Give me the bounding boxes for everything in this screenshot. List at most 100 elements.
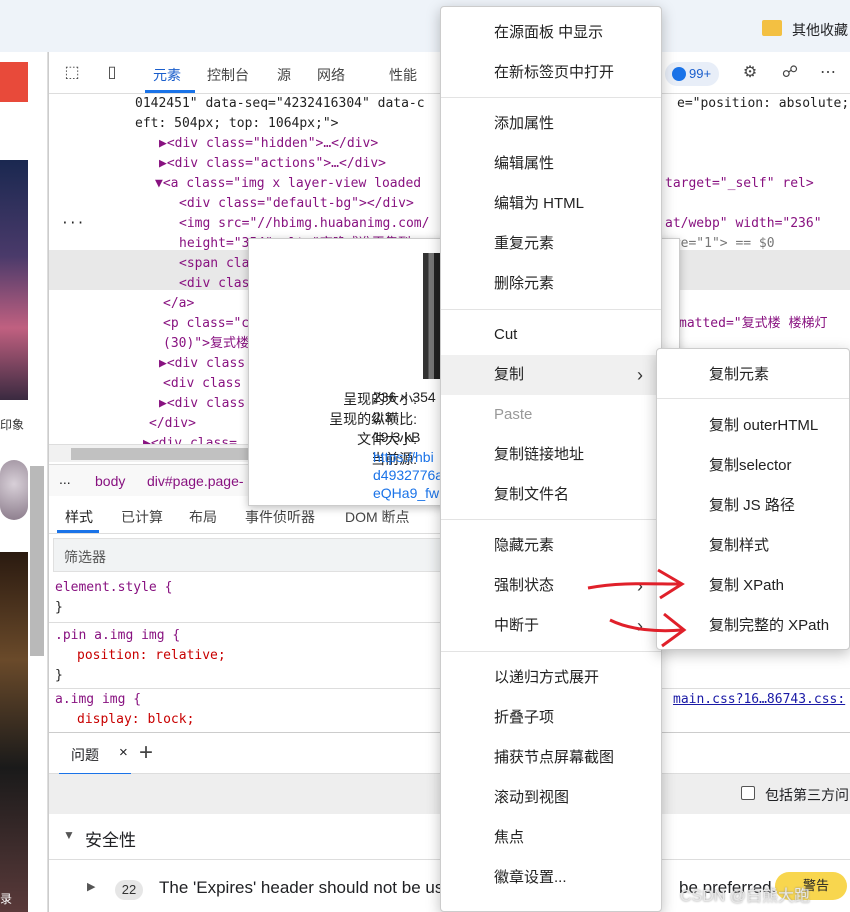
menu-item-open-new-tab[interactable]: 在新标签页中打开 [441,53,661,93]
tab-styles[interactable]: 样式 [65,507,93,527]
dom-line[interactable]: 0142451" data-seq="4232416304" data-c [135,94,425,114]
dom-line[interactable]: ▶<div class="hidden">…</div> [159,134,378,154]
menu-item-add-attribute[interactable]: 添加属性 [441,104,661,144]
gear-icon[interactable]: ⚙ [739,62,761,84]
breadcrumb-item[interactable]: div#page.page- [147,473,244,489]
menu-divider [657,398,849,399]
filter-placeholder: 筛选器 [64,549,106,565]
annotation-arrow-xpath [587,582,681,590]
tooltip-value: 19.3 kB [373,429,421,445]
tab-layout[interactable]: 布局 [189,507,217,527]
css-declaration[interactable]: position: relative; [77,648,226,663]
tab-event-listeners[interactable]: 事件侦听器 [245,507,315,527]
menu-item-copy-link-address[interactable]: 复制链接地址 [441,435,661,475]
dom-line[interactable]: <div clas [179,274,249,294]
active-tab-indicator [57,530,99,533]
page-image[interactable] [0,552,28,912]
css-declaration[interactable]: display: block; [77,712,194,727]
bookmark-bar: 其他收藏 [0,0,850,52]
menu-item-capture-node-screenshot[interactable]: 捕获节点屏幕截图 [441,738,661,778]
tab-dom-breakpoints[interactable]: DOM 断点 [345,507,410,527]
dom-line[interactable]: <span cla [179,254,249,274]
tooltip-source-link[interactable]: eQHa9_fw [373,485,439,501]
tab-issues-label: 问题 [71,747,99,763]
submenu-item-copy-js-path[interactable]: 复制 JS 路径 [657,486,850,526]
bookmark-folder-label[interactable]: 其他收藏 [792,20,848,40]
dom-line[interactable]: ▶<div class [159,394,245,414]
issue-count-badge: 22 [115,880,143,900]
page-text: 录 [0,892,13,906]
device-toolbar-icon[interactable]: ▯ [101,62,123,84]
menu-item-expand-recursively[interactable]: 以递归方式展开 [441,658,661,698]
submenu-item-copy-outerhtml[interactable]: 复制 outerHTML [657,406,850,446]
menu-divider [441,309,661,310]
menu-item-paste[interactable]: Paste [441,395,661,435]
tab-network[interactable]: 网络 [317,65,345,85]
tooltip-source-link[interactable]: d4932776a [373,467,443,483]
menu-item-scroll-into-view[interactable]: 滚动到视图 [441,778,661,818]
page-scrollbar[interactable] [30,466,44,656]
tab-issues[interactable]: 问题 × [59,733,131,775]
dom-line-tail: ore="1"> == $0 [665,236,775,251]
dom-line[interactable]: <div class [163,374,241,394]
third-party-checkbox[interactable] [741,786,755,800]
folder-icon [762,20,782,36]
menu-item-break-on-label: 中断于 [494,617,540,634]
customize-icon[interactable]: ☍ [779,62,801,84]
dom-line-tail: at/webp" width="236" [665,216,822,231]
chevron-down-icon: ▼ [63,828,75,842]
add-tab-icon[interactable]: + [139,739,153,767]
css-source-link[interactable]: main.css?16…86743.css: [673,692,845,707]
menu-item-edit-attribute[interactable]: 编辑属性 [441,144,661,184]
dom-line[interactable]: eft: 504px; top: 1064px;"> [135,114,339,134]
submenu-item-copy-selector[interactable]: 复制selector [657,446,850,486]
watermark: CSDN @白熊大跑 [680,888,811,905]
dom-line[interactable]: <p class="c [163,314,249,334]
dom-line-tail: matted="复式楼 楼梯灯 [679,316,828,331]
tab-console[interactable]: 控制台 [207,65,249,85]
menu-item-focus[interactable]: 焦点 [441,818,661,858]
chevron-right-icon: ▶ [87,881,96,893]
avatar [0,460,28,520]
tab-computed[interactable]: 已计算 [121,507,163,527]
more-icon[interactable]: ⋯ [817,62,839,84]
dom-line-tail: target="_self" rel> [665,176,814,191]
menu-item-edit-as-html[interactable]: 编辑为 HTML [441,184,661,224]
breadcrumb-more[interactable]: ... [59,471,71,487]
css-rule-selector[interactable]: element.style { [55,580,172,595]
submenu-item-copy-element[interactable]: 复制元素 [657,355,850,395]
css-rule-selector[interactable]: .pin a.img img { [55,628,180,643]
menu-item-cut[interactable]: Cut [441,315,661,355]
tab-sources[interactable]: 源 [277,65,291,85]
inspect-icon[interactable]: ⬚ [61,62,83,84]
dom-line[interactable]: ▶<div class [159,354,245,374]
tab-performance[interactable]: 性能 [389,65,417,85]
context-menu: 在源面板 中显示 在新标签页中打开 添加属性 编辑属性 编辑为 HTML 重复元… [440,6,662,912]
menu-item-badge-settings[interactable]: 徽章设置... [441,858,661,898]
issue-category-label: 安全性 [85,831,136,850]
css-rule-selector[interactable]: a.img img { [55,692,141,707]
menu-item-copy[interactable]: 复制 › [441,355,661,395]
dom-line[interactable]: </a> [163,294,194,314]
dom-line[interactable]: ▶<div class="actions">…</div> [159,154,386,174]
dom-line[interactable]: (30)">复式楼 [163,334,249,354]
css-rule-close: } [55,600,63,615]
page-image[interactable] [0,160,28,400]
dom-line-selected[interactable]: <img src="//hbimg.huabanimg.com/ [179,214,429,234]
menu-item-collapse-children[interactable]: 折叠子项 [441,698,661,738]
dom-line[interactable]: </div> [149,414,196,434]
menu-item-copy-label: 复制 [494,366,525,383]
breadcrumb-item[interactable]: body [95,473,125,489]
close-icon[interactable]: × [119,744,128,761]
tooltip-source-link[interactable]: https://hbi [373,449,434,465]
menu-item-reveal-in-sources[interactable]: 在源面板 中显示 [441,13,661,53]
menu-item-duplicate-element[interactable]: 重复元素 [441,224,661,264]
menu-item-copy-file-name[interactable]: 复制文件名 [441,475,661,515]
tab-elements[interactable]: 元素 [153,65,181,85]
menu-item-force-state-label: 强制状态 [494,577,555,594]
dom-line[interactable]: ▼<a class="img x layer-view loaded [155,174,421,194]
css-rule-close: } [55,668,63,683]
dom-more-icon[interactable]: ··· [61,214,84,234]
dom-line[interactable]: <div class="default-bg"></div> [179,194,414,214]
menu-item-delete-element[interactable]: 删除元素 [441,264,661,304]
